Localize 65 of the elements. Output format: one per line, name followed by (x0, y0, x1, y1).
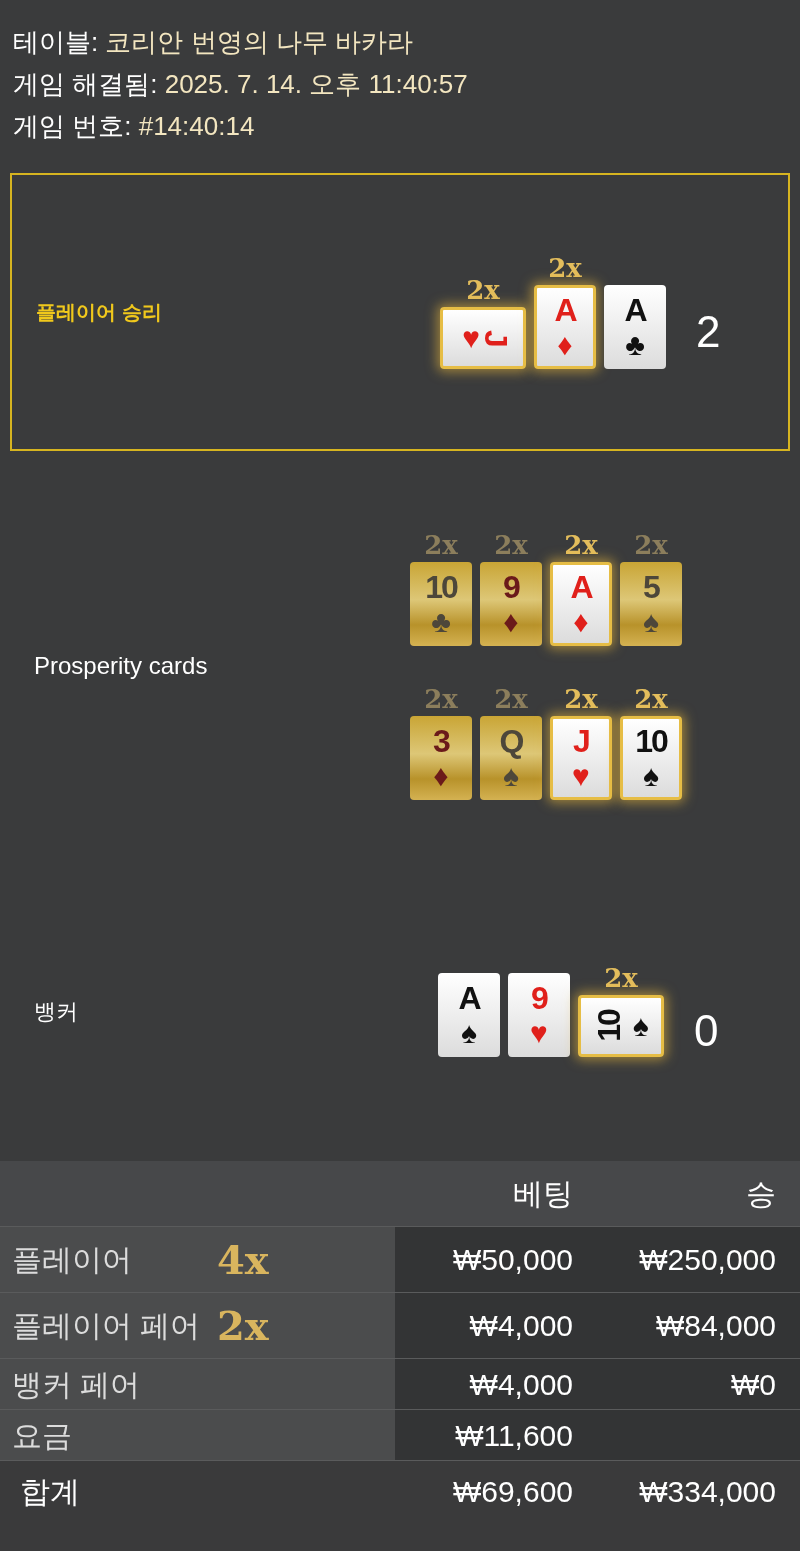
card-rank: A (624, 294, 646, 326)
table-cell-text: 플레이어 페어 (12, 1308, 202, 1344)
multiplier-label: 2x (634, 532, 668, 558)
card-rank: 9 (503, 571, 519, 603)
table-cell-text: ₩84,000 (654, 1308, 776, 1344)
card-rank: 9 (531, 982, 547, 1014)
info-line: 테이블: 코리안 번영의 나무 바카라 (13, 28, 415, 56)
table-cell-text: ₩11,600 (454, 1417, 573, 1454)
table-cell-text: 플레이어 (12, 1242, 133, 1278)
table-cell-text: ₩250,000 (638, 1242, 776, 1278)
multiplier-label: 2x (494, 686, 528, 712)
card-rank: 10 (425, 571, 457, 603)
card-rank: 10 (593, 1010, 626, 1042)
info-line: 게임 번호: #14:40:14 (13, 112, 256, 140)
card-rank: 10 (635, 725, 667, 757)
multiplier-label: 2x (564, 532, 598, 558)
card-suit: ♣ (625, 330, 645, 360)
total-label: 합계 (19, 1474, 81, 1510)
card-rank: J (479, 330, 512, 346)
table-cell-text: 뱅커 페어 (12, 1366, 142, 1403)
multiplier-label: 2x (604, 965, 638, 991)
table-cell-text: 요금 (12, 1417, 73, 1454)
table-cell-text: ₩0 (730, 1366, 776, 1403)
total-win: ₩334,000 (638, 1474, 776, 1510)
card-suit: ♠ (632, 1011, 649, 1041)
hand-score: 0 (694, 1009, 719, 1053)
card-suit: ♦ (433, 761, 449, 791)
hand-score: 2 (696, 310, 721, 354)
multiplier-label: 2x (634, 686, 668, 712)
card-suit: ♥ (572, 761, 590, 791)
hand-label: Prosperity cards (33, 651, 209, 681)
card-suit: ♦ (573, 607, 589, 637)
column-header: 베팅 (512, 1176, 573, 1212)
column-header: 승 (745, 1176, 776, 1212)
card-suit: ♠ (643, 761, 659, 791)
card-suit: ♥ (530, 1018, 548, 1048)
card-rank: 5 (643, 571, 659, 603)
card-rank: A (554, 294, 576, 326)
card-rank: A (570, 571, 592, 603)
table-cell-text: ₩4,000 (468, 1308, 573, 1344)
multiplier-label: 2x (424, 686, 458, 712)
multiplier-label: 2x (217, 1300, 269, 1351)
multiplier-label: 2x (494, 532, 528, 558)
table-cell-text: ₩4,000 (468, 1366, 573, 1403)
multiplier-label: 2x (466, 277, 500, 303)
multiplier-label: 2x (424, 532, 458, 558)
card-rank: J (573, 725, 589, 757)
table-cell-text: ₩50,000 (451, 1242, 573, 1278)
card-suit: ♦ (557, 330, 573, 360)
card-rank: 3 (433, 725, 449, 757)
card-suit: ♠ (503, 761, 519, 791)
multiplier-label: 2x (548, 255, 582, 281)
info-line: 게임 해결됨: 2025. 7. 14. 오후 11:40:57 (13, 70, 469, 98)
card-suit: ♥ (462, 323, 480, 353)
hand-label: 뱅커 (33, 997, 79, 1026)
multiplier-label: 2x (564, 686, 598, 712)
card-suit: ♠ (461, 1018, 477, 1048)
card-suit: ♣ (431, 607, 451, 637)
card-suit: ♠ (643, 607, 659, 637)
multiplier-label: 4x (217, 1234, 269, 1285)
total-bet: ₩69,600 (451, 1474, 573, 1510)
card-suit: ♦ (503, 607, 519, 637)
card-rank: Q (499, 725, 523, 757)
card-rank: A (458, 982, 480, 1014)
hand-label: 플레이어 승리 (35, 300, 163, 325)
